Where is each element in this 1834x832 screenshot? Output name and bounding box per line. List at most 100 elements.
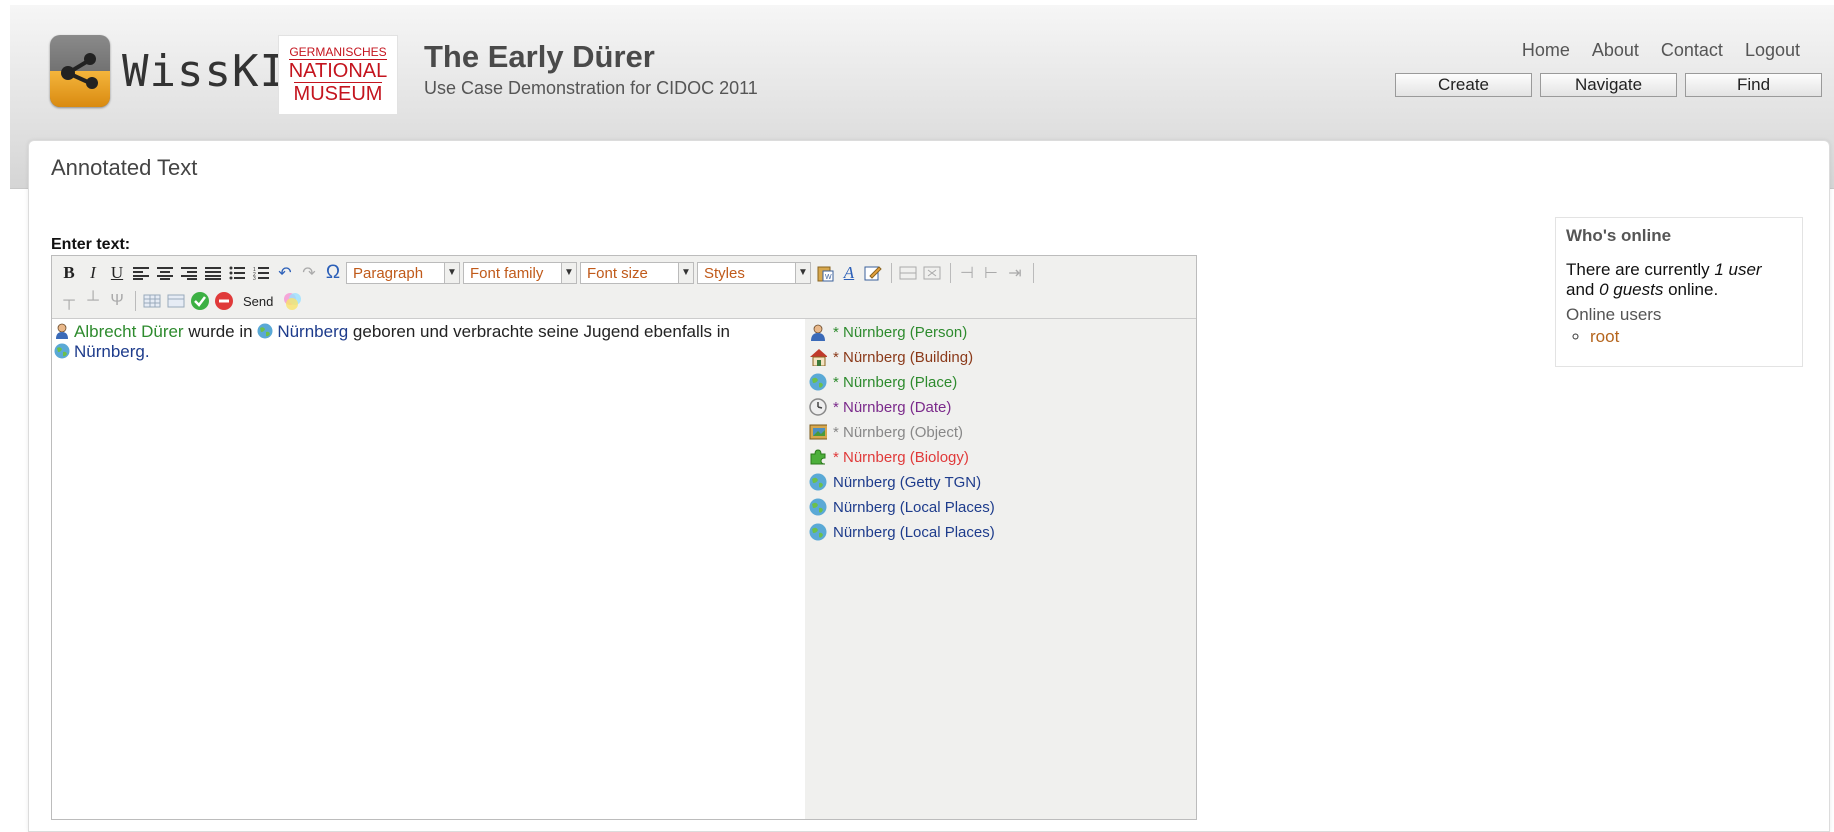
bold-button[interactable]: B	[58, 262, 80, 284]
align-right-icon[interactable]	[178, 262, 200, 284]
plain-text: wurde in	[183, 322, 258, 341]
suggestion-item[interactable]: * Nürnberg (Place)	[809, 371, 957, 393]
suggestion-label: * Nürnberg (Date)	[833, 398, 952, 416]
svg-text:W: W	[825, 274, 832, 281]
whos-online-block: Who's online There are currently 1 user …	[1555, 217, 1803, 367]
special-char-icon[interactable]: Ω	[322, 262, 344, 284]
annotation-person[interactable]: Albrecht Dürer	[74, 322, 184, 341]
align-justify-icon[interactable]	[202, 262, 224, 284]
underline-button[interactable]: U	[106, 262, 128, 284]
site-title[interactable]: The Early Dürer	[424, 39, 655, 75]
table-col-delete-icon[interactable]: ⇥	[1004, 262, 1026, 284]
table-split-icon[interactable]: ┬	[58, 290, 80, 312]
suggestion-item[interactable]: Nürnberg (Local Places)	[809, 521, 995, 543]
site-slogan: Use Case Demonstration for CIDOC 2011	[424, 78, 758, 98]
accept-annotation-icon[interactable]	[189, 290, 211, 312]
chevron-down-icon: ▼	[561, 263, 576, 283]
table-fork-icon[interactable]: Ψ	[106, 290, 128, 312]
paragraph-format-select[interactable]: Paragraph ▼	[346, 262, 460, 284]
suggestion-item[interactable]: * Nürnberg (Date)	[809, 396, 951, 418]
logo-text: WissKI	[122, 45, 287, 97]
online-users-label: Online users	[1566, 305, 1662, 324]
table-col-after-icon[interactable]: ⊢	[980, 262, 1002, 284]
clock-icon	[809, 398, 827, 416]
suggestion-label: * Nürnberg (Person)	[833, 323, 968, 341]
reject-annotation-icon[interactable]	[213, 290, 235, 312]
suggestion-item[interactable]: * Nürnberg (Object)	[809, 421, 963, 443]
globe-icon	[809, 473, 827, 491]
numbered-list-icon[interactable]: 123	[250, 262, 272, 284]
suggestion-item[interactable]: * Nürnberg (Biology)	[809, 446, 969, 468]
chevron-down-icon: ▼	[795, 263, 810, 283]
nav-contact-link[interactable]: Contact	[1661, 40, 1723, 61]
bullet-list-icon[interactable]	[226, 262, 248, 284]
suggestion-label: Nürnberg (Getty TGN)	[833, 473, 982, 491]
suggestion-item[interactable]: Nürnberg (Getty TGN)	[809, 471, 981, 493]
delete-row-icon[interactable]	[921, 262, 943, 284]
navigate-button[interactable]: Navigate	[1540, 73, 1677, 97]
suggestion-item[interactable]: * Nürnberg (Person)	[809, 321, 967, 343]
annotation-place[interactable]: Nürnberg.	[74, 342, 150, 361]
whos-online-text: There are currently 1 user and 0 guests …	[1566, 260, 1762, 299]
museum-logo-line1: GERMANISCHES	[289, 45, 387, 60]
create-button[interactable]: Create	[1395, 73, 1532, 97]
insert-row-icon[interactable]	[897, 262, 919, 284]
annotation-place[interactable]: Nürnberg	[277, 322, 348, 341]
redo-icon[interactable]: ↷	[298, 262, 320, 284]
table-properties-icon[interactable]	[165, 290, 187, 312]
page-title: Annotated Text	[51, 155, 198, 180]
styles-select[interactable]: Styles ▼	[697, 262, 811, 284]
nav-logout-link[interactable]: Logout	[1745, 40, 1800, 61]
font-family-label: Font family	[470, 265, 544, 282]
table-merge-icon[interactable]: ┴	[82, 290, 104, 312]
align-left-icon[interactable]	[130, 262, 152, 284]
undo-icon[interactable]: ↶	[274, 262, 296, 284]
font-size-select[interactable]: Font size ▼	[580, 262, 694, 284]
table-col-before-icon[interactable]: ⊣	[956, 262, 978, 284]
font-family-select[interactable]: Font family ▼	[463, 262, 577, 284]
nav-home-link[interactable]: Home	[1522, 40, 1570, 61]
enter-text-label: Enter text:	[51, 236, 131, 253]
annotation-suggestions-panel: * Nürnberg (Person) * Nürnberg (Building…	[807, 319, 1196, 819]
top-navigation: Home About Contact Logout	[1522, 40, 1800, 61]
puzzle-icon	[810, 449, 826, 465]
font-size-label: Font size	[587, 265, 648, 282]
picture-icon	[809, 424, 827, 440]
suggestion-label: * Nürnberg (Building)	[833, 348, 974, 366]
user-link-root[interactable]: root	[1590, 327, 1619, 346]
italic-button[interactable]: I	[82, 262, 104, 284]
svg-text:3: 3	[253, 276, 256, 280]
remove-format-icon[interactable]: A	[838, 262, 860, 284]
color-palette-icon[interactable]	[281, 290, 303, 312]
globe-icon	[809, 373, 827, 391]
suggestion-item[interactable]: * Nürnberg (Building)	[809, 346, 973, 368]
edit-icon[interactable]	[862, 262, 884, 284]
globe-icon	[54, 343, 70, 359]
museum-logo[interactable]: GERMANISCHES NATIONAL MUSEUM	[278, 35, 398, 115]
museum-logo-line2: NATIONAL	[288, 60, 388, 82]
align-center-icon[interactable]	[154, 262, 176, 284]
wisski-logo-icon	[50, 35, 110, 107]
editor-toolbar: B I U 123 ↶ ↷ Ω Paragraph ▼ Font family …	[52, 256, 1196, 319]
editor-text-area[interactable]: Albrecht Dürer wurde in Nürnberg geboren…	[52, 319, 805, 819]
nav-about-link[interactable]: About	[1592, 40, 1639, 61]
main-navigation: Create Navigate Find	[1395, 73, 1822, 97]
paste-word-icon[interactable]: W	[814, 262, 836, 284]
suggestion-label: * Nürnberg (Object)	[833, 423, 964, 441]
whos-online-title: Who's online	[1566, 226, 1672, 245]
chevron-down-icon: ▼	[444, 263, 459, 283]
globe-icon	[809, 498, 827, 516]
wisski-logo[interactable]: WissKI	[50, 35, 287, 107]
chevron-down-icon: ▼	[678, 263, 693, 283]
suggestion-item[interactable]: Nürnberg (Local Places)	[809, 496, 995, 518]
styles-label: Styles	[704, 265, 745, 282]
online-users-list: root	[1566, 327, 1792, 347]
suggestion-label: Nürnberg (Local Places)	[833, 523, 995, 541]
online-user-item: root	[1590, 327, 1792, 347]
find-button[interactable]: Find	[1685, 73, 1822, 97]
plain-text: geboren und verbrachte seine Jugend eben…	[348, 322, 731, 341]
table-insert-icon[interactable]	[141, 290, 163, 312]
globe-icon	[809, 523, 827, 541]
museum-logo-line3: MUSEUM	[293, 82, 383, 105]
send-button[interactable]: Send	[243, 294, 273, 309]
